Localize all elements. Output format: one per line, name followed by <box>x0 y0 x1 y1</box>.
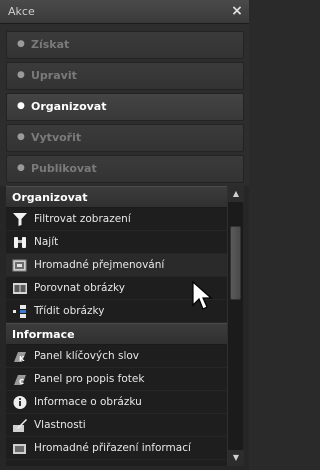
category-label: Vytvořit <box>31 131 82 144</box>
action-panel-pro-popis-fotek[interactable]: C Panel pro popis fotek <box>6 368 227 391</box>
scroll-down-icon[interactable]: ▼ <box>228 450 244 466</box>
panel-titlebar: Akce × <box>0 0 249 24</box>
photo-caption-icon: C <box>12 372 28 387</box>
category-list: ● Získat ● Upravit ● Organizovat ● Vytvo… <box>0 24 249 186</box>
properties-icon <box>12 418 28 433</box>
action-label: Najít <box>34 236 59 248</box>
action-label: Hromadné přiřazení informací <box>34 442 191 454</box>
action-filtrovat-zobrazeni[interactable]: Filtrovat zobrazení <box>6 208 227 231</box>
action-label: Třídit obrázky <box>34 305 105 317</box>
binoculars-icon <box>12 235 28 250</box>
category-label: Upravit <box>31 69 77 82</box>
filter-icon <box>12 212 28 227</box>
action-hromadne-prejmenovani[interactable]: Hromadné přejmenování <box>6 254 227 277</box>
action-informace-o-obrazku[interactable]: Informace o obrázku <box>6 391 227 414</box>
keywords-icon: K <box>12 349 28 364</box>
sort-images-icon <box>12 304 28 319</box>
action-label: Hromadné přejmenování <box>34 259 165 271</box>
action-label: Porovnat obrázky <box>34 282 125 294</box>
action-najit[interactable]: Najít <box>6 231 227 254</box>
bullet-icon: ● <box>17 70 25 80</box>
category-label: Publikovat <box>31 162 97 175</box>
batch-rename-icon <box>12 258 28 273</box>
actions-panel: Akce × ● Získat ● Upravit ● Organizovat … <box>0 0 249 470</box>
category-ziskat[interactable]: ● Získat <box>6 31 244 59</box>
bullet-icon: ● <box>17 132 25 142</box>
scroll-up-icon[interactable]: ▲ <box>228 186 244 202</box>
close-icon[interactable]: × <box>229 3 245 19</box>
category-label: Získat <box>31 38 70 51</box>
scrollbar-thumb[interactable] <box>230 226 241 300</box>
bullet-icon: ● <box>17 39 25 49</box>
svg-text:C: C <box>19 378 24 386</box>
category-label: Organizovat <box>31 100 107 113</box>
bullet-icon: ● <box>17 163 25 173</box>
category-publikovat[interactable]: ● Publikovat <box>6 155 244 183</box>
mouse-pointer-icon <box>192 280 216 313</box>
section-header-organizovat[interactable]: Organizovat <box>6 186 227 208</box>
action-label: Filtrovat zobrazení <box>34 213 131 225</box>
list-scrollbar[interactable]: ▲ ▼ <box>227 186 244 466</box>
section-title: Informace <box>12 328 75 341</box>
compare-images-icon <box>12 281 28 296</box>
batch-assign-icon <box>12 441 28 456</box>
action-vlastnosti[interactable]: Vlastnosti <box>6 414 227 437</box>
panel-title: Akce <box>8 5 35 18</box>
category-upravit[interactable]: ● Upravit <box>6 62 244 90</box>
action-label: Panel pro popis fotek <box>34 373 145 385</box>
section-header-informace[interactable]: Informace <box>6 323 227 345</box>
section-title: Organizovat <box>12 191 88 204</box>
info-icon <box>12 395 28 410</box>
action-label: Vlastnosti <box>34 419 86 431</box>
action-label: Informace o obrázku <box>34 396 142 408</box>
bullet-icon: ● <box>17 101 25 111</box>
action-list: Organizovat Filtrovat zobrazení Najít Hr… <box>6 186 227 466</box>
svg-text:K: K <box>19 355 25 363</box>
category-vytvorit[interactable]: ● Vytvořit <box>6 124 244 152</box>
action-hromadne-prirazeni-informaci[interactable]: Hromadné přiřazení informací <box>6 437 227 460</box>
action-label: Panel klíčových slov <box>34 350 139 362</box>
action-panel-klicovych-slov[interactable]: K Panel klíčových slov <box>6 345 227 368</box>
category-organizovat[interactable]: ● Organizovat <box>6 93 244 121</box>
